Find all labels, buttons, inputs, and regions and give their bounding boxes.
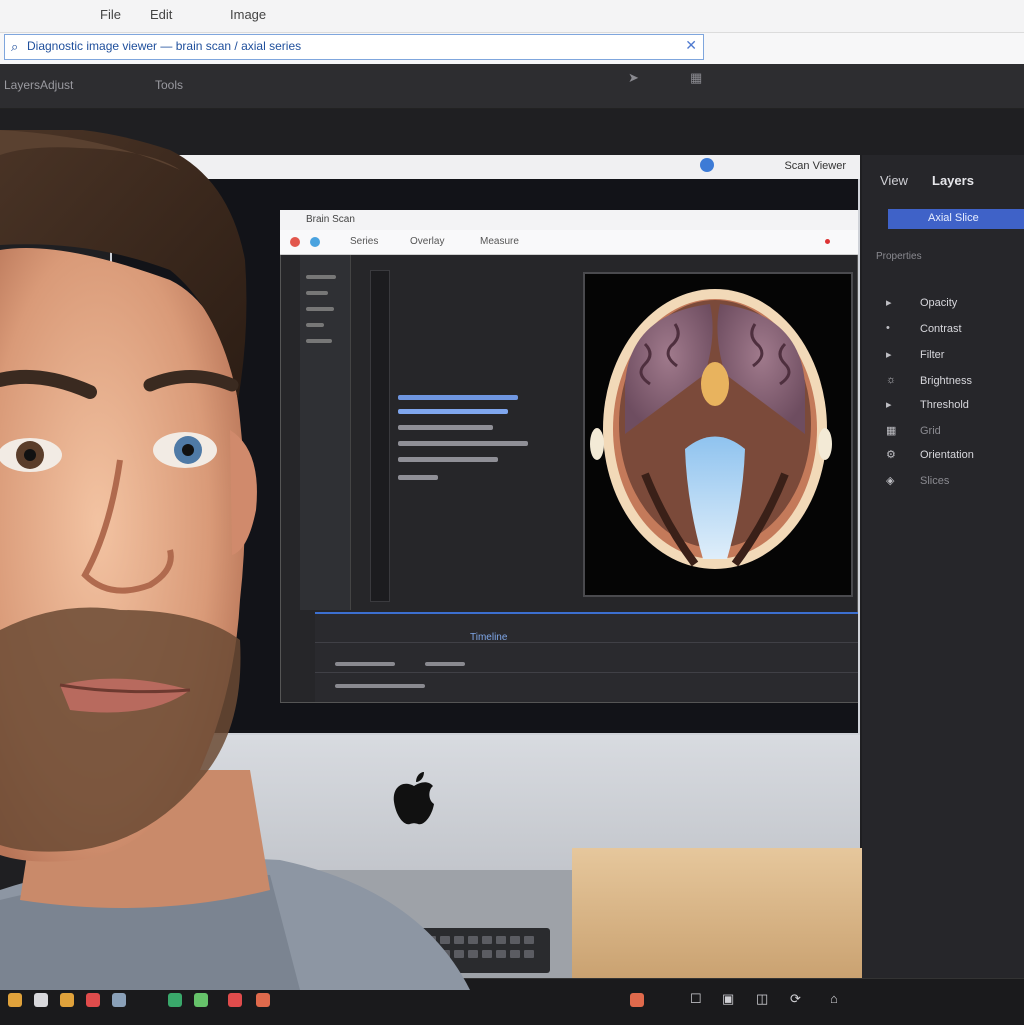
menu-item-edit[interactable]: Edit [150, 7, 172, 22]
menu-item-file[interactable]: File [100, 7, 121, 22]
selected-layer[interactable]: Axial Slice [888, 209, 1024, 229]
grid-icon: ▦ [886, 425, 897, 437]
tray-icon[interactable]: ☐ [690, 991, 702, 1007]
bullet-icon: • [886, 322, 890, 334]
app-icon[interactable] [112, 993, 126, 1007]
tab-measure[interactable]: Measure [480, 236, 519, 247]
monitor-title: Scan Viewer [784, 160, 846, 172]
panel-subheader: Properties [876, 251, 922, 262]
timeline-label: Timeline [470, 632, 508, 643]
selected-layer-label: Axial Slice [928, 212, 979, 224]
toolbar-item-tools[interactable]: Tools [155, 78, 183, 92]
toolbar-item-layers[interactable]: Layers [4, 78, 40, 92]
search-icon: ⌕ [11, 39, 19, 54]
address-text: Diagnostic image viewer — brain scan / a… [27, 39, 302, 53]
wooden-desk [572, 848, 862, 978]
panel-header-active[interactable]: Layers [932, 173, 974, 188]
address-bar[interactable]: ⌕ Diagnostic image viewer — brain scan /… [4, 34, 704, 60]
browser-icon [700, 158, 714, 172]
toolbar-item-adjust[interactable]: Adjust [40, 78, 73, 92]
person-photo [0, 130, 470, 990]
close-icon[interactable]: ✕ [685, 37, 697, 54]
file-icon[interactable] [34, 993, 48, 1007]
app-icon[interactable] [256, 993, 270, 1007]
menu-bar: File Edit Image [0, 0, 1024, 33]
arrow-icon: ▸ [886, 297, 892, 309]
tray-icon[interactable]: ▣ [722, 991, 734, 1007]
cursor-icon[interactable]: ➤ [628, 70, 639, 86]
arrow-icon: ▸ [886, 399, 892, 411]
app-icon[interactable] [168, 993, 182, 1007]
panel-header[interactable]: View [880, 173, 908, 188]
menu-item-image[interactable]: Image [230, 7, 266, 22]
folder-icon[interactable] [60, 993, 74, 1007]
folder-icon[interactable] [8, 993, 22, 1007]
tray-icon[interactable]: ⌂ [830, 991, 838, 1006]
tray-icon[interactable]: ◫ [756, 991, 768, 1007]
layers-icon: ◈ [886, 475, 895, 487]
record-indicator [825, 239, 830, 244]
tray-icon[interactable]: ⟳ [790, 991, 801, 1007]
app-icon[interactable] [86, 993, 100, 1007]
app-icon[interactable] [194, 993, 208, 1007]
gear-icon: ⚙ [886, 449, 896, 461]
sun-icon: ☼ [886, 374, 897, 386]
arrow-icon: ▸ [886, 349, 892, 361]
right-side-panel: View Layers Axial Slice Properties ▸ Opa… [862, 155, 1024, 980]
brain-scan-image [590, 289, 832, 569]
grid-icon[interactable]: ▦ [690, 70, 702, 86]
app-toolbar: Layers Adjust Tools ➤ ▦ [0, 64, 1024, 109]
app-icon[interactable] [228, 993, 242, 1007]
app-icon[interactable] [630, 993, 644, 1007]
